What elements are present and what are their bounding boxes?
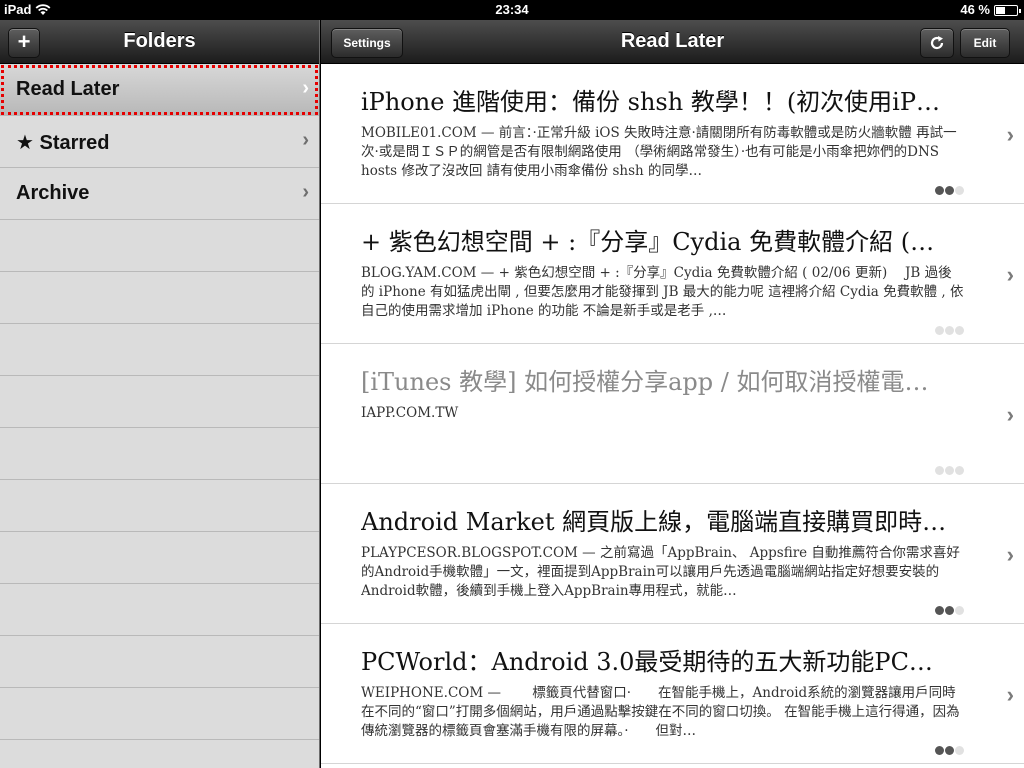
progress-dot bbox=[935, 186, 944, 195]
empty-row bbox=[0, 636, 319, 688]
empty-row bbox=[0, 376, 319, 428]
progress-dot bbox=[935, 326, 944, 335]
read-progress-indicator bbox=[935, 466, 964, 475]
article-separator: — bbox=[476, 125, 499, 141]
refresh-button[interactable] bbox=[920, 28, 954, 58]
page-title: Read Later bbox=[620, 30, 725, 52]
article-title: [iTunes 教學] 如何授權分享app / 如何取消授權電… bbox=[361, 368, 929, 396]
progress-dot bbox=[935, 606, 944, 615]
empty-row bbox=[0, 220, 319, 272]
article-source: IAPP.COM.TW bbox=[361, 405, 459, 421]
article-list-pane: Settings Read Later Edit iPhone 進階使用：備份 … bbox=[321, 20, 1024, 768]
article-source: WEIPHONE.COM bbox=[361, 685, 484, 701]
empty-row bbox=[0, 480, 319, 532]
read-progress-indicator bbox=[935, 746, 964, 755]
folder-item-starred[interactable]: ★ Starred › bbox=[0, 116, 319, 168]
progress-dot bbox=[955, 746, 964, 755]
article-excerpt: MOBILE01.COM — 前言：·正常升級 iOS 失敗時注意·請關閉所有防… bbox=[361, 124, 965, 181]
article-row[interactable]: + 紫色幻想空間 + :『分享』Cydia 免費軟體介紹 (… BLOG.YAM.… bbox=[321, 204, 1024, 344]
article-row[interactable]: Android Market 網頁版上線，電腦端直接購買即時… PLAYPCESO… bbox=[321, 484, 1024, 624]
article-row[interactable]: iPhone 進階使用：備份 shsh 教學！！(初次使用iP… MOBILE01… bbox=[321, 64, 1024, 204]
chevron-right-icon: › bbox=[1006, 402, 1014, 427]
article-separator: — bbox=[476, 265, 499, 281]
folders-title: Folders bbox=[123, 30, 196, 52]
chevron-right-icon: › bbox=[302, 181, 309, 203]
read-progress-indicator bbox=[935, 326, 964, 335]
folder-item-archive[interactable]: Archive › bbox=[0, 168, 319, 220]
chevron-right-icon: › bbox=[1006, 682, 1014, 707]
read-progress-indicator bbox=[935, 186, 964, 195]
empty-row bbox=[0, 740, 319, 768]
article-excerpt: IAPP.COM.TW bbox=[361, 404, 965, 461]
status-right: 46 % bbox=[960, 2, 1021, 17]
article-title: iPhone 進階使用：備份 shsh 教學！！(初次使用iP… bbox=[361, 88, 941, 116]
article-excerpt: BLOG.YAM.COM — + 紫色幻想空間 + :『分享』Cydia 免費軟… bbox=[361, 264, 965, 321]
folder-item-label: ★ Starred bbox=[16, 132, 110, 154]
article-title: Android Market 網頁版上線，電腦端直接購買即時… bbox=[361, 508, 947, 536]
chevron-right-icon: › bbox=[1006, 542, 1014, 567]
read-progress-indicator bbox=[935, 606, 964, 615]
progress-dot bbox=[955, 466, 964, 475]
progress-dot bbox=[935, 466, 944, 475]
progress-dot bbox=[945, 606, 954, 615]
empty-row bbox=[0, 688, 319, 740]
progress-dot bbox=[955, 606, 964, 615]
article-separator: — bbox=[483, 685, 506, 701]
status-bar: iPad 23:34 46 % bbox=[0, 0, 1024, 20]
progress-dot bbox=[945, 326, 954, 335]
article-title: PCWorld：Android 3.0最受期待的五大新功能PC… bbox=[361, 648, 933, 676]
folders-pane: + Folders Read Later › ★ Starred › Archi… bbox=[0, 20, 320, 768]
empty-row bbox=[0, 324, 319, 376]
chevron-right-icon: › bbox=[302, 129, 309, 151]
articles-navbar: Settings Read Later Edit bbox=[321, 20, 1024, 64]
folder-item-label: Read Later bbox=[16, 78, 120, 100]
article-excerpt: PLAYPCESOR.BLOGSPOT.COM — 之前寫過「AppBrain、… bbox=[361, 544, 965, 601]
progress-dot bbox=[955, 186, 964, 195]
chevron-right-icon: › bbox=[1006, 262, 1014, 287]
article-source: MOBILE01.COM bbox=[361, 125, 477, 141]
folder-item-label: Archive bbox=[16, 182, 90, 204]
folder-item-read-later[interactable]: Read Later › bbox=[0, 64, 319, 116]
battery-percent: 46 % bbox=[960, 2, 990, 17]
article-title: + 紫色幻想空間 + :『分享』Cydia 免費軟體介紹 (… bbox=[361, 228, 935, 256]
article-excerpt: WEIPHONE.COM — 標籤頁代替窗口· 在智能手機上，Android系統… bbox=[361, 684, 965, 741]
empty-row bbox=[0, 272, 319, 324]
edit-button[interactable]: Edit bbox=[960, 28, 1010, 58]
progress-dot bbox=[945, 186, 954, 195]
battery-icon bbox=[994, 4, 1021, 16]
article-list: iPhone 進階使用：備份 shsh 教學！！(初次使用iP… MOBILE01… bbox=[321, 64, 1024, 764]
article-source: PLAYPCESOR.BLOGSPOT.COM bbox=[361, 545, 578, 561]
empty-row bbox=[0, 428, 319, 480]
battery-fill bbox=[996, 6, 1005, 14]
refresh-icon bbox=[930, 36, 944, 50]
article-separator: — bbox=[577, 545, 600, 561]
progress-dot bbox=[955, 326, 964, 335]
empty-row bbox=[0, 532, 319, 584]
article-source: BLOG.YAM.COM bbox=[361, 265, 477, 281]
empty-row bbox=[0, 584, 319, 636]
article-row[interactable]: PCWorld：Android 3.0最受期待的五大新功能PC… WEIPHONE… bbox=[321, 624, 1024, 764]
folders-navbar: + Folders bbox=[0, 20, 319, 64]
article-row[interactable]: [iTunes 教學] 如何授權分享app / 如何取消授權電… IAPP.COM… bbox=[321, 344, 1024, 484]
chevron-right-icon: › bbox=[1006, 122, 1014, 147]
progress-dot bbox=[935, 746, 944, 755]
chevron-right-icon: › bbox=[302, 77, 309, 99]
progress-dot bbox=[945, 746, 954, 755]
progress-dot bbox=[945, 466, 954, 475]
status-time: 23:34 bbox=[495, 2, 529, 17]
